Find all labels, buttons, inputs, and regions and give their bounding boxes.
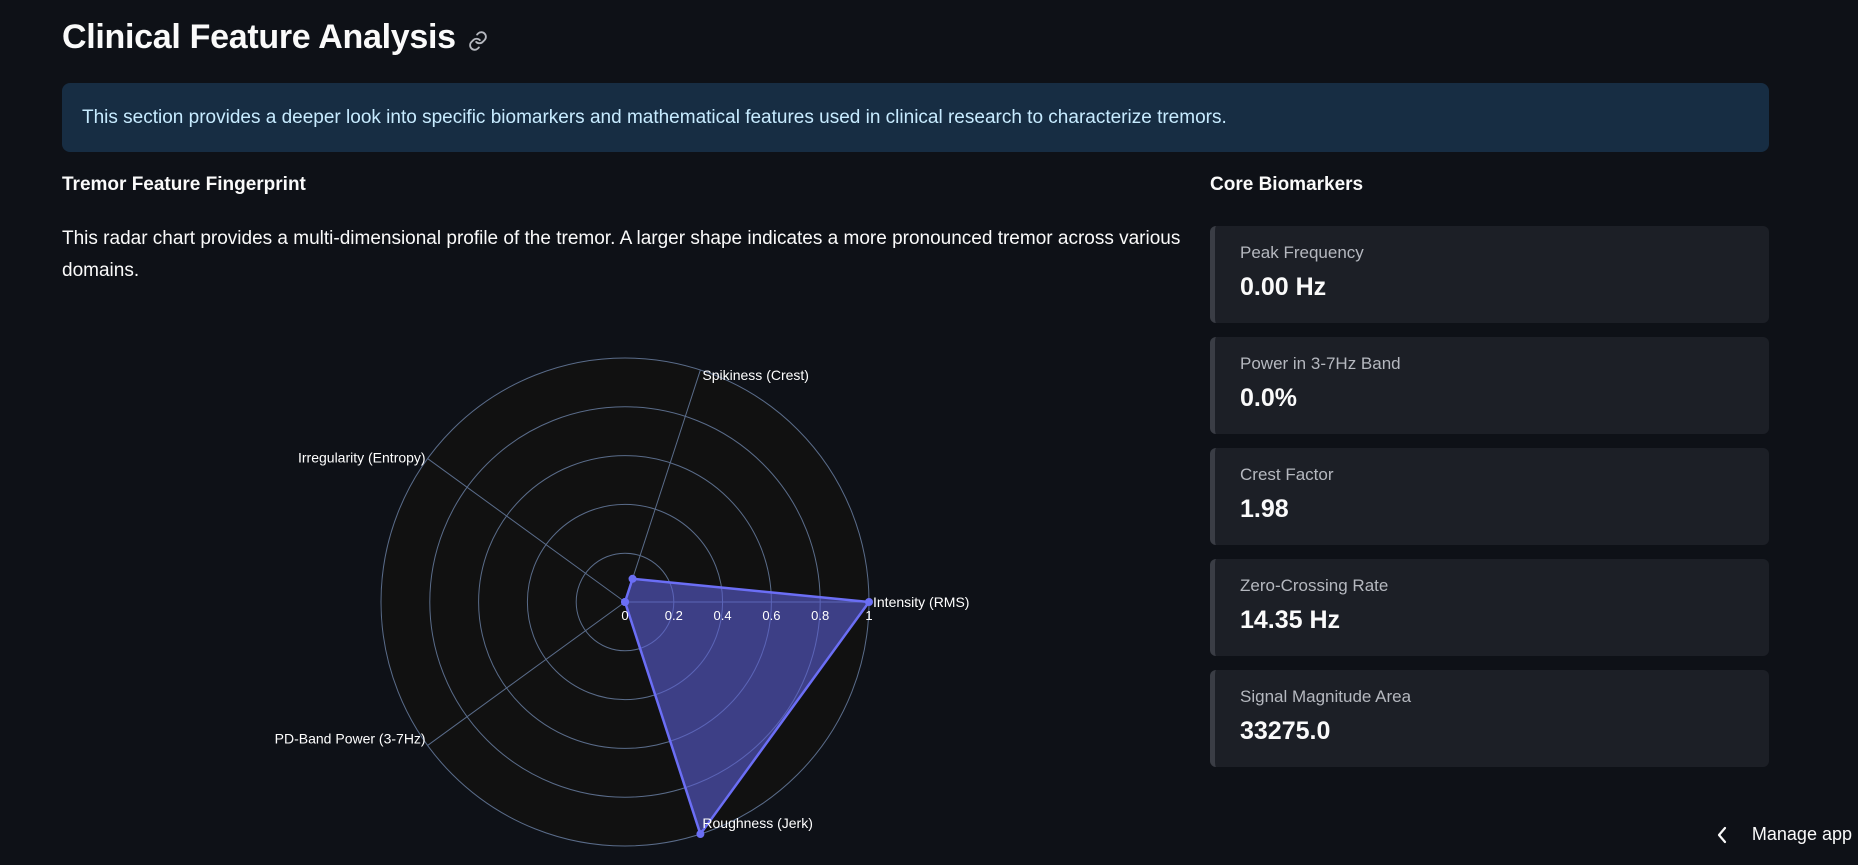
- radar-spoke: [427, 458, 626, 603]
- metric-value: 33275.0: [1240, 717, 1331, 745]
- biomarkers-section: Core Biomarkers Peak Frequency 0.00 Hz P…: [1210, 174, 1769, 781]
- radar-grid-ring: [429, 406, 821, 798]
- radar-tick-label: 0.4: [714, 608, 732, 623]
- radar-grid-ring: [380, 357, 870, 847]
- metric-label: Crest Factor: [1240, 465, 1334, 484]
- radar-series-area: [623, 577, 871, 836]
- info-alert: This section provides a deeper look into…: [62, 83, 1769, 152]
- metric-card-band-power: Power in 3-7Hz Band 0.0%: [1210, 337, 1769, 434]
- metric-label: Signal Magnitude Area: [1240, 687, 1412, 706]
- title-row: Clinical Feature Analysis: [62, 18, 490, 57]
- radar-grid-ring: [478, 455, 772, 749]
- metric-value: 1.98: [1240, 495, 1289, 523]
- radar-tick-label: 1: [865, 608, 872, 623]
- radar-axis-label: Spikiness (Crest): [702, 367, 809, 383]
- radar-tick-label: 0.6: [762, 608, 780, 623]
- metric-label: Power in 3-7Hz Band: [1240, 354, 1401, 373]
- radar-axis-label: Irregularity (Entropy): [298, 450, 426, 466]
- metric-value: 0.00 Hz: [1240, 273, 1327, 301]
- radar-data-point: [865, 598, 873, 606]
- radar-data-point: [696, 830, 705, 839]
- radar-spoke: [624, 601, 701, 835]
- radar-tick-label: 0.8: [811, 608, 829, 623]
- radar-axis-label: PD-Band Power (3-7Hz): [275, 730, 426, 746]
- metric-value: 0.0%: [1240, 384, 1297, 412]
- radar-spoke: [624, 369, 701, 603]
- page: Clinical Feature Analysis This section p…: [0, 0, 1858, 865]
- page-title: Clinical Feature Analysis: [62, 18, 456, 56]
- manage-app-button[interactable]: Manage app: [1716, 824, 1852, 845]
- radar-spoke: [427, 601, 626, 746]
- fingerprint-section: Tremor Feature Fingerprint This radar ch…: [62, 174, 1182, 287]
- biomarkers-heading: Core Biomarkers: [1210, 174, 1364, 195]
- radar-background: [381, 358, 869, 846]
- radar-tick-label: 0.2: [665, 608, 683, 623]
- fingerprint-description: This radar chart provides a multi-dimens…: [62, 228, 1181, 281]
- radar-data-point: [621, 598, 629, 606]
- link-icon[interactable]: [466, 29, 490, 53]
- metric-value: 14.35 Hz: [1240, 606, 1341, 634]
- fingerprint-heading: Tremor Feature Fingerprint: [62, 174, 306, 195]
- metric-card-signal-magnitude: Signal Magnitude Area 33275.0: [1210, 670, 1769, 767]
- radar-axis-label: Intensity (RMS): [873, 594, 969, 610]
- radar-tick-label: 0: [621, 608, 628, 623]
- radar-grid-ring: [526, 503, 724, 701]
- manage-app-label: Manage app: [1751, 824, 1852, 844]
- radar-data-point: [621, 598, 629, 606]
- chevron-left-icon: [1716, 826, 1730, 844]
- radar-axis-label: Roughness (Jerk): [702, 815, 813, 831]
- metric-label: Peak Frequency: [1240, 243, 1364, 262]
- info-text: This section provides a deeper look into…: [82, 106, 1227, 128]
- radar-data-point: [628, 574, 637, 583]
- metric-card-crest-factor: Crest Factor 1.98: [1210, 448, 1769, 545]
- metric-card-zero-crossing: Zero-Crossing Rate 14.35 Hz: [1210, 559, 1769, 656]
- metric-card-peak-frequency: Peak Frequency 0.00 Hz: [1210, 226, 1769, 323]
- radar-grid-ring: [575, 552, 675, 652]
- metric-label: Zero-Crossing Rate: [1240, 576, 1389, 595]
